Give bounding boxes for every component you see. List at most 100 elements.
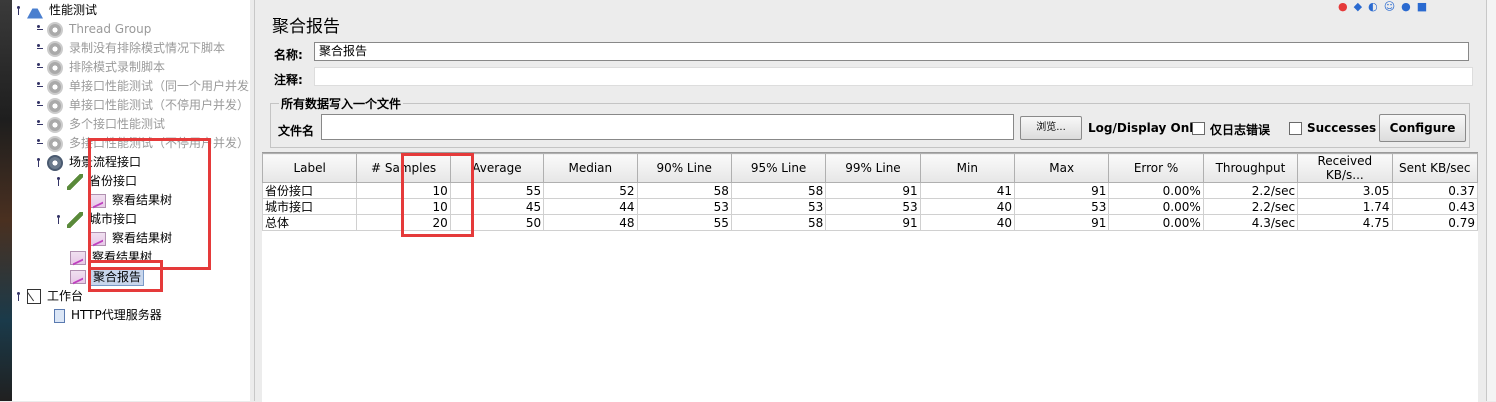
column-header[interactable]: Throughput: [1202, 153, 1299, 183]
table-header: Label # Samples Average Median 90% Line …: [261, 153, 1478, 183]
tree-node-aggregate-report[interactable]: 聚合报告: [70, 267, 145, 286]
table-cell: 58: [730, 214, 827, 231]
column-header[interactable]: 95% Line: [730, 153, 827, 183]
test-plan-tree[interactable]: 性能测试 Thread Group 录制没有排除模式情况下脚本 排除模式录制脚本…: [12, 0, 251, 401]
table-cell: 2.2/sec: [1202, 198, 1299, 215]
table-cell: 0.43: [1391, 198, 1478, 215]
table-cell: 20: [356, 214, 451, 231]
table-cell: 91: [825, 214, 921, 231]
expand-toggle-icon[interactable]: [34, 158, 43, 167]
name-field[interactable]: 聚合报告: [314, 42, 1469, 61]
table-cell: 40: [919, 198, 1016, 215]
tree-node-workbench[interactable]: 工作台: [14, 287, 85, 306]
table-cell: 53: [825, 198, 921, 215]
expand-toggle-icon[interactable]: [14, 6, 23, 15]
table-cell: 58: [636, 182, 732, 199]
expand-toggle-icon[interactable]: [34, 63, 43, 72]
table-cell: 91: [1013, 214, 1110, 231]
table-cell: 50: [449, 214, 545, 231]
tree-node-thread-group[interactable]: 单接口性能测试（同一个用户并发: [34, 77, 250, 96]
gear-icon: [47, 21, 63, 38]
chart-icon: [90, 193, 106, 208]
panel-title: 聚合报告: [272, 17, 340, 37]
table-row[interactable]: 省份接口 10 55 52 58 58 91 41 91 0.00% 2.2/s…: [261, 182, 1478, 199]
table-cell: 55: [636, 214, 732, 231]
table-cell: 44: [543, 198, 638, 215]
vertical-scrollbar[interactable]: [1486, 0, 1496, 401]
table-cell: 0.79: [1391, 214, 1478, 231]
successes-label: Successes: [1307, 121, 1377, 135]
expand-toggle-icon[interactable]: [54, 215, 63, 224]
table-cell: 10: [356, 198, 451, 215]
table-cell: 城市接口: [261, 198, 358, 215]
chart-icon: [70, 250, 86, 265]
tree-node-thread-group[interactable]: 多接口性能测试（不停用户并发）: [34, 134, 250, 153]
comment-label: 注释:: [274, 73, 303, 87]
tree-node-thread-group[interactable]: Thread Group: [34, 20, 153, 39]
column-header[interactable]: Received KB/s...: [1297, 153, 1393, 183]
table-cell: 1.74: [1297, 198, 1393, 215]
keyboard-icon: ■: [1416, 0, 1428, 13]
tree-node-scenario[interactable]: 场景流程接口: [34, 153, 143, 172]
expand-toggle-icon[interactable]: [34, 25, 43, 34]
proxy-icon: [54, 308, 65, 323]
table-cell: 10: [356, 182, 451, 199]
table-cell: 45: [449, 198, 545, 215]
tree-node-proxy[interactable]: HTTP代理服务器: [54, 306, 164, 325]
group-title: 所有数据写入一个文件: [279, 95, 404, 112]
tree-node-thread-group[interactable]: 排除模式录制脚本: [34, 58, 167, 77]
results-table[interactable]: Label # Samples Average Median 90% Line …: [261, 152, 1478, 402]
column-header[interactable]: # Samples: [356, 153, 451, 183]
column-header[interactable]: Label: [261, 153, 358, 183]
table-cell: 41: [919, 182, 1016, 199]
table-cell: 总体: [261, 214, 358, 231]
tree-node-thread-group[interactable]: 单接口性能测试（不停用户并发）: [34, 96, 250, 115]
gear-icon: [47, 59, 63, 76]
column-header[interactable]: Min: [919, 153, 1016, 183]
split-pane-divider[interactable]: [250, 0, 260, 401]
tree-node-thread-group[interactable]: 多个接口性能测试: [34, 115, 167, 134]
smiley-icon: ☺: [1383, 0, 1396, 13]
expand-toggle-icon[interactable]: [34, 120, 43, 129]
table-cell: 91: [1013, 182, 1110, 199]
column-header[interactable]: Median: [543, 153, 638, 183]
expand-toggle-icon[interactable]: [34, 82, 43, 91]
errors-only-label: 仅日志错误: [1210, 123, 1271, 137]
tree-node-root[interactable]: 性能测试: [14, 1, 99, 20]
column-header[interactable]: Sent KB/sec: [1391, 153, 1478, 183]
column-header[interactable]: Average: [449, 153, 545, 183]
successes-checkbox[interactable]: [1289, 122, 1302, 135]
flask-icon: [27, 2, 43, 19]
table-cell: 52: [543, 182, 638, 199]
expand-toggle-icon[interactable]: [34, 101, 43, 110]
table-cell: 0.00%: [1108, 198, 1204, 215]
errors-only-checkbox[interactable]: [1192, 122, 1205, 135]
log-display-label: Log/Display Only:: [1088, 121, 1206, 135]
tree-node-thread-group[interactable]: 录制没有排除模式情况下脚本: [34, 39, 227, 58]
table-row[interactable]: 城市接口 10 45 44 53 53 53 40 53 0.00% 2.2/s…: [261, 198, 1478, 215]
tree-node-province[interactable]: 省份接口: [54, 172, 139, 191]
expand-toggle-icon[interactable]: [14, 292, 23, 301]
expand-toggle-icon[interactable]: [34, 139, 43, 148]
configure-button[interactable]: Configure: [1379, 114, 1466, 142]
tree-node-view-results[interactable]: 察看结果树: [90, 191, 174, 210]
input-method-icon: ◆: [1353, 0, 1363, 13]
pen-icon: [67, 173, 83, 190]
column-header[interactable]: Max: [1013, 153, 1110, 183]
filename-input[interactable]: [321, 114, 1014, 140]
moon-icon: ◐: [1368, 0, 1378, 13]
column-header[interactable]: Error %: [1108, 153, 1204, 183]
column-header[interactable]: 99% Line: [825, 153, 921, 183]
comment-field[interactable]: [314, 67, 1473, 86]
expand-toggle-icon[interactable]: [54, 177, 63, 186]
tree-node-city[interactable]: 城市接口: [54, 210, 139, 229]
gear-icon: [47, 154, 63, 171]
column-header[interactable]: 90% Line: [636, 153, 732, 183]
expand-toggle-icon[interactable]: [34, 44, 43, 53]
browse-button[interactable]: 浏览...: [1020, 116, 1082, 140]
tree-node-view-results[interactable]: 察看结果树: [90, 229, 174, 248]
table-cell: 53: [636, 198, 732, 215]
tree-node-view-results[interactable]: 察看结果树: [70, 248, 154, 267]
table-cell: 4.75: [1297, 214, 1393, 231]
table-row[interactable]: 总体 20 50 48 55 58 91 40 91 0.00% 4.3/sec…: [261, 214, 1478, 231]
